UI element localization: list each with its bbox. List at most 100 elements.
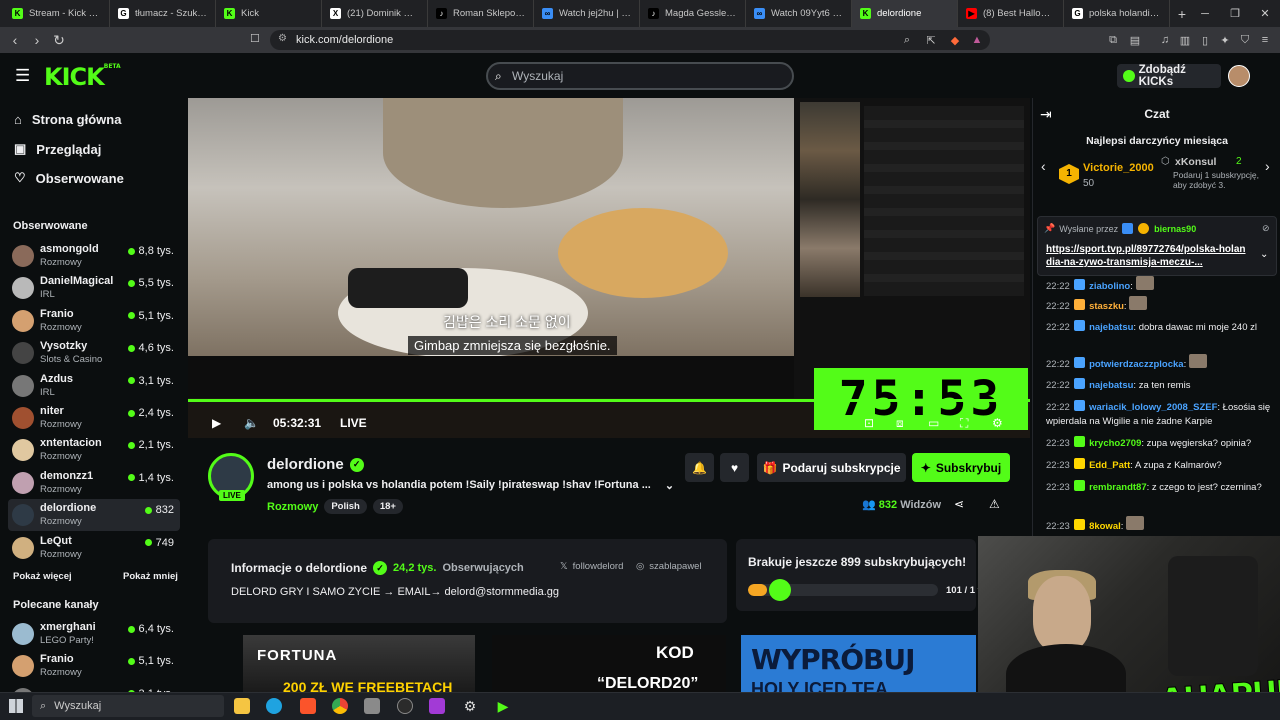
- taskbar-search[interactable]: ⌕ Wyszukaj: [32, 695, 224, 717]
- file-explorer-icon[interactable]: [234, 698, 250, 714]
- forward-icon[interactable]: ›: [26, 32, 48, 48]
- browser-tab[interactable]: Kdelordione: [852, 0, 958, 27]
- browser-tab[interactable]: X (21) Dominik Walbr: [322, 0, 428, 27]
- obs-icon[interactable]: [397, 698, 413, 714]
- browser-tab[interactable]: ▶ (8) Best Halloween (: [958, 0, 1064, 27]
- kick-logo[interactable]: KICKBETA: [44, 63, 121, 91]
- gifters-prev-icon[interactable]: ‹: [1041, 158, 1046, 174]
- chrome-icon[interactable]: [332, 698, 348, 714]
- subscribe-button[interactable]: ✦ Subskrybuj: [912, 453, 1010, 482]
- kick-app-icon[interactable]: ▶: [495, 698, 511, 714]
- top-gifter-1-name[interactable]: Victorie_2000: [1083, 162, 1154, 174]
- app-icon[interactable]: [364, 698, 380, 714]
- recommended-channel[interactable]: xmerghani LEGO Party! 6,4 tys.: [8, 618, 180, 650]
- zoom-icon[interactable]: ⌕: [898, 31, 916, 49]
- browser-tab[interactable]: K Kick: [216, 0, 322, 27]
- nav-item[interactable]: ♡ Obserwowane: [14, 170, 124, 186]
- recommended-channel[interactable]: Franio Rozmowy 5,1 tys.: [8, 650, 180, 682]
- site-info-icon[interactable]: ⚙: [278, 33, 287, 44]
- report-icon[interactable]: ⚠: [989, 497, 1000, 511]
- volume-icon[interactable]: 🔈: [244, 416, 259, 430]
- get-kicks-button[interactable]: Zdobądź KICKs: [1117, 64, 1221, 88]
- followed-channel[interactable]: xntentacion Rozmowy 2,1 tys.: [8, 434, 180, 466]
- message-user[interactable]: rembrandt87: [1089, 482, 1147, 493]
- nav-item[interactable]: ⌂ Strona główna: [14, 112, 121, 127]
- channel-name[interactable]: delordione: [267, 456, 344, 473]
- tag-mature[interactable]: 18+: [372, 499, 403, 514]
- pinned-link[interactable]: https://sport.tvp.pl/89772764/polska-hol…: [1046, 243, 1246, 269]
- browser-tab[interactable]: Gtłumacz - Szukaj w G: [110, 0, 216, 27]
- show-less-link[interactable]: Pokaż mniej: [123, 571, 178, 582]
- maximize-button[interactable]: ❐: [1220, 0, 1250, 27]
- play-icon[interactable]: ▶: [212, 416, 221, 430]
- pip-icon[interactable]: ⧈: [896, 416, 904, 431]
- followed-channel[interactable]: demonzz1 Rozmowy 1,4 tys.: [8, 467, 180, 499]
- notification-bell-button[interactable]: 🔔: [685, 453, 714, 482]
- show-more-link[interactable]: Pokaż więcej: [13, 571, 72, 582]
- tag-language[interactable]: Polish: [324, 499, 367, 514]
- unpin-icon[interactable]: ⊘: [1262, 223, 1270, 234]
- pinned-by-user[interactable]: biernas90: [1154, 224, 1196, 234]
- message-user[interactable]: 8kowal: [1089, 521, 1121, 532]
- fullscreen-icon[interactable]: ⛶: [960, 416, 968, 431]
- recommended-channel[interactable]: Azdus 3,1 tys.: [8, 683, 180, 692]
- message-user[interactable]: potwierdzaczzplocka: [1089, 359, 1184, 370]
- settings-gear-icon[interactable]: ⚙: [992, 416, 1003, 430]
- extensions-icon[interactable]: ⧉: [1104, 31, 1122, 49]
- gift-subs-button[interactable]: 🎁 Podaruj subskrypcje: [757, 453, 906, 482]
- promo-code-banner[interactable]: KOD “DELORD20”: [492, 635, 726, 693]
- user-avatar[interactable]: [1228, 65, 1250, 87]
- brave-icon[interactable]: [300, 698, 316, 714]
- top-gifter-2-name[interactable]: xKonsul: [1175, 156, 1216, 168]
- media-icon[interactable]: ♫: [1156, 31, 1174, 49]
- expand-icon[interactable]: ⌄: [1260, 249, 1268, 260]
- pinned-message[interactable]: 📌 Wysłane przez biernas90 ⊘ https://spor…: [1037, 216, 1277, 276]
- ai-icon[interactable]: ✦: [1216, 31, 1234, 49]
- holy-tea-banner[interactable]: WYPRÓBUJ HOLY ICED TEA: [741, 635, 976, 693]
- chevron-down-icon[interactable]: ⌄: [665, 479, 674, 492]
- search-input[interactable]: ⌕ Wyszukaj: [486, 62, 794, 90]
- x-link[interactable]: 𝕏followdelord: [560, 561, 623, 572]
- message-user[interactable]: staszku: [1089, 301, 1124, 312]
- browser-tab[interactable]: K Stream - Kick Dashb: [4, 0, 110, 27]
- edge-icon[interactable]: [266, 698, 282, 714]
- message-user[interactable]: ziabolino: [1089, 281, 1130, 292]
- message-user[interactable]: wariacik_lolowy_2008_SZEF: [1089, 402, 1217, 413]
- clip-icon[interactable]: ⊡: [864, 416, 874, 430]
- menu-icon[interactable]: ≡: [1256, 31, 1274, 49]
- followed-channel[interactable]: Franio Rozmowy 5,1 tys.: [8, 305, 180, 337]
- message-user[interactable]: krycho2709: [1089, 438, 1141, 449]
- browser-tab[interactable]: ♪ Magda Gessler AleG: [640, 0, 746, 27]
- followed-channel[interactable]: DanielMagical IRL 5,5 tys.: [8, 272, 180, 304]
- wallet-icon[interactable]: ▤: [1126, 31, 1144, 49]
- bookmarks-icon[interactable]: ▯: [1196, 31, 1214, 49]
- followed-channel[interactable]: asmongold Rozmowy 8,8 tys.: [8, 240, 180, 272]
- rewards-icon[interactable]: ▲: [968, 31, 986, 49]
- fortuna-banner[interactable]: FORTUNA 200 ZŁ WE FREEBETACH: [243, 635, 475, 693]
- browser-tab[interactable]: ♪ Roman Sklepowicz: [428, 0, 534, 27]
- follow-heart-button[interactable]: ♥: [720, 453, 749, 482]
- message-user[interactable]: najebatsu: [1089, 322, 1133, 333]
- back-icon[interactable]: ‹: [4, 32, 26, 48]
- followed-channel[interactable]: delordione Rozmowy 832: [8, 499, 180, 532]
- brave-shield-icon[interactable]: ◆: [946, 31, 964, 49]
- share-stream-icon[interactable]: ⋖: [954, 497, 964, 511]
- reload-icon[interactable]: ↻: [48, 32, 70, 49]
- hamburger-menu-icon[interactable]: ☰: [15, 66, 30, 86]
- followed-channel[interactable]: Azdus IRL 3,1 tys.: [8, 370, 180, 402]
- video-progress-bar[interactable]: [188, 399, 1030, 402]
- followed-channel[interactable]: Vysotzky Slots & Casino 4,6 tys.: [8, 337, 180, 369]
- category-link[interactable]: Rozmowy: [267, 501, 318, 513]
- share-icon[interactable]: ⇱: [922, 31, 940, 49]
- bookmark-icon[interactable]: ☐: [250, 32, 260, 45]
- video-player[interactable]: 김밥은 소리 소문 없이 Gimbap zmniejsza się bezgło…: [188, 98, 1030, 438]
- close-window-button[interactable]: ✕: [1250, 0, 1280, 27]
- vpn-icon[interactable]: ⛉: [1236, 31, 1254, 49]
- followed-channel[interactable]: niter Rozmowy 2,4 tys.: [8, 402, 180, 434]
- nav-item[interactable]: ▣ Przeglądaj: [14, 141, 101, 157]
- settings-icon[interactable]: ⚙: [462, 698, 478, 714]
- browser-tab[interactable]: ∞ Watch jej2hu | Strea: [534, 0, 640, 27]
- app-icon[interactable]: [429, 698, 445, 714]
- url-field[interactable]: ⚙ kick.com/delordione: [270, 30, 990, 50]
- browser-tab[interactable]: Gpolska holandia - Sz: [1064, 0, 1170, 27]
